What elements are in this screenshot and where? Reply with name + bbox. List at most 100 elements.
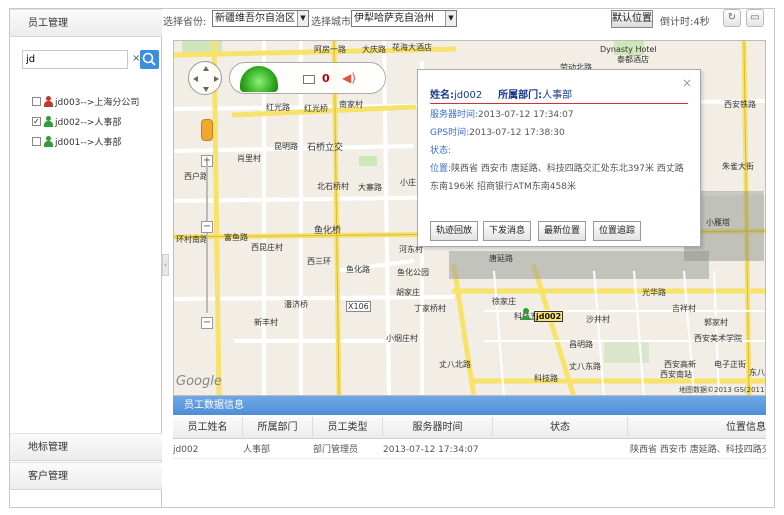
map-label: 吉祥村 <box>672 304 696 313</box>
employee-data-panel: 员工数据信息 员工姓名 所属部门 员工类型 服务器时间 状态 位置信息 jd00… <box>173 396 766 500</box>
tree-item-label: jd001-->人事部 <box>55 137 122 148</box>
sidebar-collapse-toggle[interactable]: ‹ <box>162 254 169 276</box>
map-label: 昌明路 <box>569 340 593 349</box>
location-row-2: 东南196米 招商银行ATM东南458米 <box>430 179 576 192</box>
cell-name: jd002 <box>173 445 199 455</box>
pan-icon[interactable] <box>188 61 222 95</box>
column-header[interactable]: 服务器时间 <box>383 417 493 439</box>
map-label: 唐延路 <box>489 254 513 263</box>
map-label: 西安南站 <box>660 370 692 379</box>
tree-item-jd001[interactable]: jd001-->人事部 <box>32 131 139 151</box>
employee-tree: jd003-->上海分公司 ✓ jd002-->人事部 jd001-->人事部 <box>32 91 139 151</box>
map-label: 红光路 <box>266 103 290 112</box>
default-position-button[interactable]: 默认位置 <box>611 10 653 28</box>
accordion-customer-header[interactable]: 客户管理 <box>10 462 162 490</box>
map-label: X106 <box>346 301 371 312</box>
map-label: 阿房一路 <box>314 45 346 54</box>
cell-dept: 人事部 <box>243 445 271 455</box>
user-icon <box>43 115 54 127</box>
city-label: 选择城市: <box>311 17 355 28</box>
name-value: jd002 <box>454 90 483 101</box>
province-value: 新疆维吾尔自治区 <box>215 13 295 24</box>
map-label: 小庄 <box>400 178 416 187</box>
map-label: 西三环 <box>307 257 331 266</box>
city-select[interactable]: 伊犁哈萨克自治州 ▼ <box>351 10 457 27</box>
employee-info-popup: × 姓名:jd002 所属部门:人事部 服务器时间:2013-07-12 17:… <box>417 69 701 247</box>
search-button[interactable] <box>140 50 159 69</box>
map-label: 丁家桥村 <box>414 304 446 313</box>
accordion-marker-header[interactable]: 地标管理 <box>10 433 162 461</box>
status-light-icon <box>240 66 278 92</box>
tree-checkbox[interactable] <box>32 136 41 146</box>
map-label: 郭家村 <box>704 318 728 327</box>
map-view[interactable]: 阿房一路 大庆路 花海大酒店 Dynasty Hotel 泰都酒店 劳动北路 西… <box>173 40 766 396</box>
column-header[interactable]: 所属部门 <box>243 417 313 439</box>
latest-position-button[interactable]: 最新位置 <box>538 221 587 241</box>
province-label: 选择省份: <box>163 17 207 28</box>
map-label: 沙井村 <box>586 315 610 324</box>
table-row[interactable]: jd002 人事部 部门管理员 2013-07-12 17:34:07 陕西省 … <box>173 441 766 459</box>
map-label: 南家村 <box>339 100 363 109</box>
refresh-icon[interactable]: ↻ <box>723 9 741 27</box>
speaker-icon[interactable]: ◀) <box>342 71 356 85</box>
mail-icon[interactable] <box>303 75 315 84</box>
map-label: 花海大酒店 <box>392 43 432 52</box>
map-label: 大寨路 <box>358 183 382 192</box>
zoom-out-button[interactable]: − <box>201 317 213 329</box>
map-label: 富鱼路 <box>224 233 248 242</box>
map-label: 北石桥村 <box>317 182 349 191</box>
zoom-slider-handle[interactable]: − <box>201 221 213 233</box>
map-label: 鱼化公园 <box>397 268 429 277</box>
tree-checkbox[interactable] <box>32 96 41 106</box>
street-view-icon[interactable] <box>201 119 213 141</box>
refresh-countdown: 倒计时:4秒 <box>660 17 710 28</box>
server-time-row: 服务器时间:2013-07-12 17:34:07 <box>430 107 574 120</box>
map-label: 环村南路 <box>176 235 208 244</box>
accordion-employee-header[interactable]: 员工管理 <box>10 9 162 37</box>
location-row: 位置:陕西省 西安市 唐延路、科技四路交汇处东北397米 西丈路 <box>430 161 684 174</box>
track-playback-button[interactable]: 轨迹回放 <box>430 221 479 241</box>
unread-message-count: 0 <box>322 72 330 85</box>
map-pan-control[interactable] <box>188 61 222 101</box>
city-value: 伊犁哈萨克自治州 <box>354 13 434 24</box>
tree-item-jd002[interactable]: ✓ jd002-->人事部 <box>32 111 139 131</box>
map-label: 大庆路 <box>362 45 386 54</box>
map-label: 红光桥 <box>304 104 328 113</box>
column-header[interactable]: 状态 <box>493 417 628 439</box>
name-label: 姓名: <box>430 90 454 101</box>
alarm-status-bar: 0 ◀) <box>229 62 386 94</box>
column-header[interactable]: 位置信息 <box>628 417 766 439</box>
tree-checkbox[interactable]: ✓ <box>32 116 41 126</box>
column-header[interactable]: 员工类型 <box>313 417 383 439</box>
send-message-button[interactable]: 下发消息 <box>483 221 532 241</box>
chevron-down-icon: ▼ <box>445 11 456 26</box>
position-tracking-button[interactable]: 位置追踪 <box>593 221 642 241</box>
chevron-down-icon: ▼ <box>297 11 308 26</box>
user-icon <box>43 95 54 107</box>
map-label: 新丰村 <box>254 318 278 327</box>
location-line1: 陕西省 西安市 唐延路、科技四路交汇处东北397米 西丈路 <box>451 164 684 174</box>
popup-title: 姓名:jd002 所属部门:人事部 <box>430 86 688 104</box>
map-label: 朱雀大街 <box>722 162 754 171</box>
cell-status <box>493 441 628 459</box>
cell-server-time: 2013-07-12 17:34:07 <box>383 445 479 455</box>
map-label: 肖里村 <box>237 154 261 163</box>
map-label: 西安铁路 <box>724 100 756 109</box>
search-input[interactable] <box>22 50 128 69</box>
message-icon[interactable]: ▭ <box>746 9 764 27</box>
map-label: 西安美术学院 <box>694 334 742 343</box>
map-label: 东八 <box>749 368 765 377</box>
map-label: 石桥立交 <box>307 143 344 153</box>
province-select[interactable]: 新疆维吾尔自治区 ▼ <box>212 10 309 27</box>
location-label: 位置: <box>430 164 452 174</box>
tree-item-jd003[interactable]: jd003-->上海分公司 <box>32 91 139 111</box>
employee-search: × <box>22 50 159 70</box>
map-label: 科技路 <box>534 374 558 383</box>
cell-location: 陕西省 西安市 唐延路、科技四路交 <box>630 445 766 455</box>
map-toolbar: 选择省份: 新疆维吾尔自治区 ▼ 选择城市: 伊犁哈萨克自治州 ▼ 默认位置 倒… <box>163 8 764 30</box>
tree-item-label: jd003-->上海分公司 <box>55 97 140 108</box>
map-label: 小雁塔 <box>706 218 730 227</box>
map-label: Dynasty Hotel <box>600 45 657 54</box>
zoom-slider[interactable] <box>206 163 208 313</box>
column-header[interactable]: 员工姓名 <box>173 417 243 439</box>
